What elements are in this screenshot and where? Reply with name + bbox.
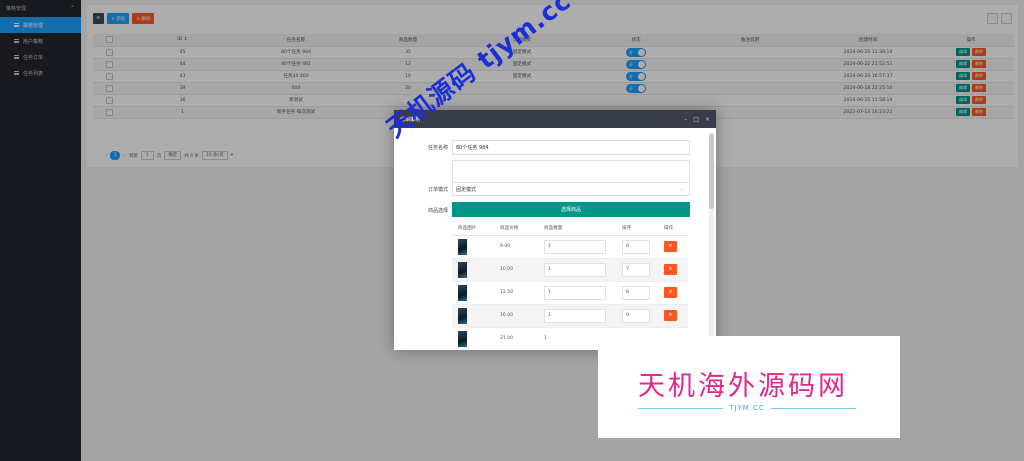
maximize-icon[interactable]: □	[693, 116, 699, 123]
sub-col-qty: 商品数量	[538, 221, 616, 236]
product-qty-input[interactable]: 1	[544, 262, 606, 277]
sub-col-sort: 排序	[616, 221, 658, 236]
pick-products-button[interactable]: 选择商品	[452, 202, 690, 217]
sub-col-image: 商品图片	[452, 221, 494, 236]
form-row-note	[394, 160, 706, 184]
product-qty-input[interactable]: 1	[544, 285, 606, 300]
form-row-name: 任务名称 80个任务 984	[394, 140, 706, 155]
product-row: 12.50 1 8 ×	[452, 281, 688, 305]
remove-product-button[interactable]: ×	[664, 264, 677, 275]
watermark-subtitle: TJYM.CC	[638, 404, 856, 412]
field-label-mode: 订单模式	[427, 186, 448, 193]
remove-product-button[interactable]: ×	[664, 287, 677, 298]
chevron-down-icon: ⌄	[679, 186, 684, 192]
product-sort-input[interactable]: 8	[622, 285, 650, 300]
modal-header: 编辑策略 – □ ×	[394, 110, 716, 128]
watermark-title: 天机海外源码网	[638, 371, 848, 402]
product-price: 9.00	[494, 235, 538, 259]
product-thumbnail	[458, 307, 467, 324]
modal-scrollbar[interactable]	[709, 132, 714, 346]
watermark-banner: 天机海外源码网 TJYM.CC	[598, 336, 900, 438]
modal-body: 任务名称 80个任务 984 订单模式 固定模式 ⌄ 商品选择 选择商品 商品图…	[394, 128, 706, 350]
watermark-subtitle-text: TJYM.CC	[729, 404, 765, 412]
field-label-name: 任务名称	[427, 145, 448, 151]
product-sort-input[interactable]: 6	[622, 239, 650, 254]
sub-header-row: 商品图片 商品价格 商品数量 排序 操作	[452, 221, 688, 236]
sub-col-actions: 操作	[658, 221, 688, 236]
product-thumbnail	[458, 330, 467, 347]
remove-product-button[interactable]: ×	[664, 310, 677, 321]
form-row-mode: 订单模式 固定模式 ⌄	[394, 182, 706, 196]
selected-products-table: 商品图片 商品价格 商品数量 排序 操作 9.00 1 6 × 10.00 1 …	[452, 221, 688, 350]
note-textarea[interactable]	[452, 160, 690, 184]
sub-col-price: 商品价格	[494, 221, 538, 236]
task-name-input[interactable]: 80个任务 984	[452, 140, 690, 155]
minimize-icon[interactable]: –	[684, 116, 687, 123]
product-price: 21.00	[494, 327, 538, 350]
product-qty-input[interactable]: 1	[544, 308, 606, 323]
product-price: 16.00	[494, 304, 538, 328]
product-thumbnail	[458, 238, 467, 255]
close-icon[interactable]: ×	[705, 116, 710, 123]
product-sort-input[interactable]: 9	[622, 308, 650, 323]
product-price: 12.50	[494, 281, 538, 305]
product-sort-input[interactable]: 7	[622, 262, 650, 277]
product-thumbnail	[458, 261, 467, 278]
remove-product-button[interactable]: ×	[664, 241, 677, 252]
product-thumbnail	[458, 284, 467, 301]
product-price: 10.00	[494, 258, 538, 282]
field-label-products: 商品选择	[427, 207, 448, 214]
product-qty-input[interactable]: 1	[544, 239, 606, 254]
product-row: 10.00 1 7 ×	[452, 258, 688, 282]
product-row: 9.00 1 6 ×	[452, 235, 688, 259]
order-mode-value: 固定模式	[456, 186, 477, 193]
product-row: 16.00 1 9 ×	[452, 304, 688, 328]
order-mode-select[interactable]: 固定模式 ⌄	[452, 182, 690, 196]
edit-modal: 编辑策略 – □ × 任务名称 80个任务 984 订单模式 固定模式 ⌄ 商品…	[394, 110, 716, 350]
